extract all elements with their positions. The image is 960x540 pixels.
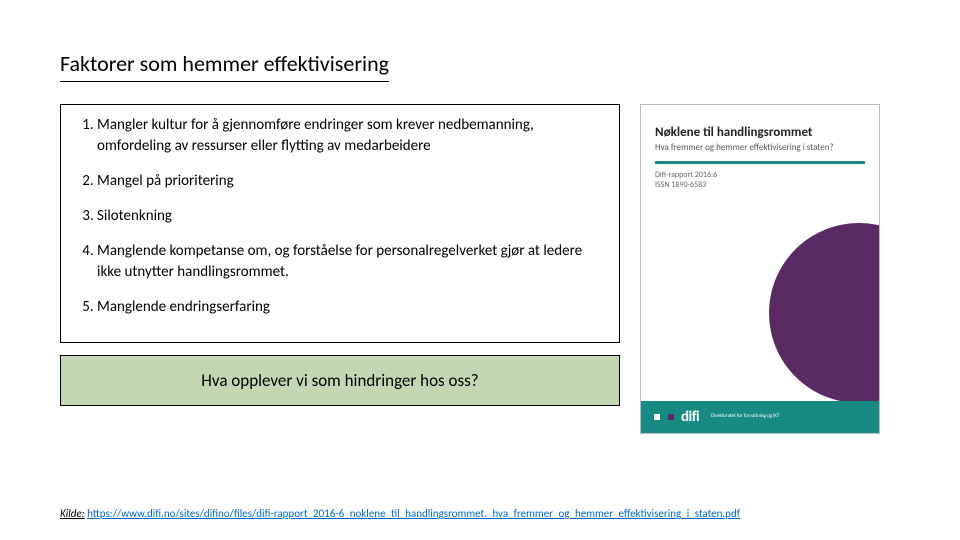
cover-meta-line1: Difi-rapport 2016:6	[655, 170, 865, 180]
cover-title: Nøklene til handlingsrommet	[655, 125, 865, 140]
slide: Faktorer som hemmer effektivisering Mang…	[0, 0, 960, 540]
list-item: Silotenkning	[97, 206, 605, 227]
list-item: Manglende kompetanse om, og forståelse f…	[97, 241, 605, 283]
cover-clip: Nøklene til handlingsrommet Hva fremmer …	[641, 105, 879, 433]
source-line: Kilde: https://www.difi.no/sites/difino/…	[60, 507, 740, 520]
difi-logo-subtitle: Direktoratet for forvaltning og IKT	[711, 414, 779, 420]
left-column: Mangler kultur for å gjennomføre endring…	[60, 104, 620, 434]
list-item: Mangel på prioritering	[97, 171, 605, 192]
source-label: Kilde:	[60, 507, 85, 520]
cover-footer: difi Direktoratet for forvaltning og IKT	[641, 401, 879, 433]
list-item: Mangler kultur for å gjennomføre endring…	[97, 115, 605, 157]
list-item: Manglende endringserfaring	[97, 297, 605, 318]
factors-list: Mangler kultur for å gjennomføre endring…	[75, 115, 605, 318]
cover-subtitle: Hva fremmer og hemmer effektivisering i …	[655, 142, 865, 153]
content-columns: Mangler kultur for å gjennomføre endring…	[60, 104, 900, 434]
logo-square-icon	[654, 414, 660, 420]
logo-square-icon	[668, 414, 674, 420]
question-box: Hva opplever vi som hindringer hos oss?	[60, 355, 620, 406]
cover-graphic-circle	[769, 223, 879, 403]
factors-list-box: Mangler kultur for å gjennomføre endring…	[60, 104, 620, 343]
cover-meta-line2: ISSN 1890-6583	[655, 180, 865, 190]
report-cover: Nøklene til handlingsrommet Hva fremmer …	[640, 104, 880, 434]
cover-divider	[655, 161, 865, 164]
slide-title: Faktorer som hemmer effektivisering	[60, 50, 389, 82]
source-link[interactable]: https://www.difi.no/sites/difino/files/d…	[87, 507, 740, 520]
difi-logo-text: difi	[681, 408, 699, 426]
